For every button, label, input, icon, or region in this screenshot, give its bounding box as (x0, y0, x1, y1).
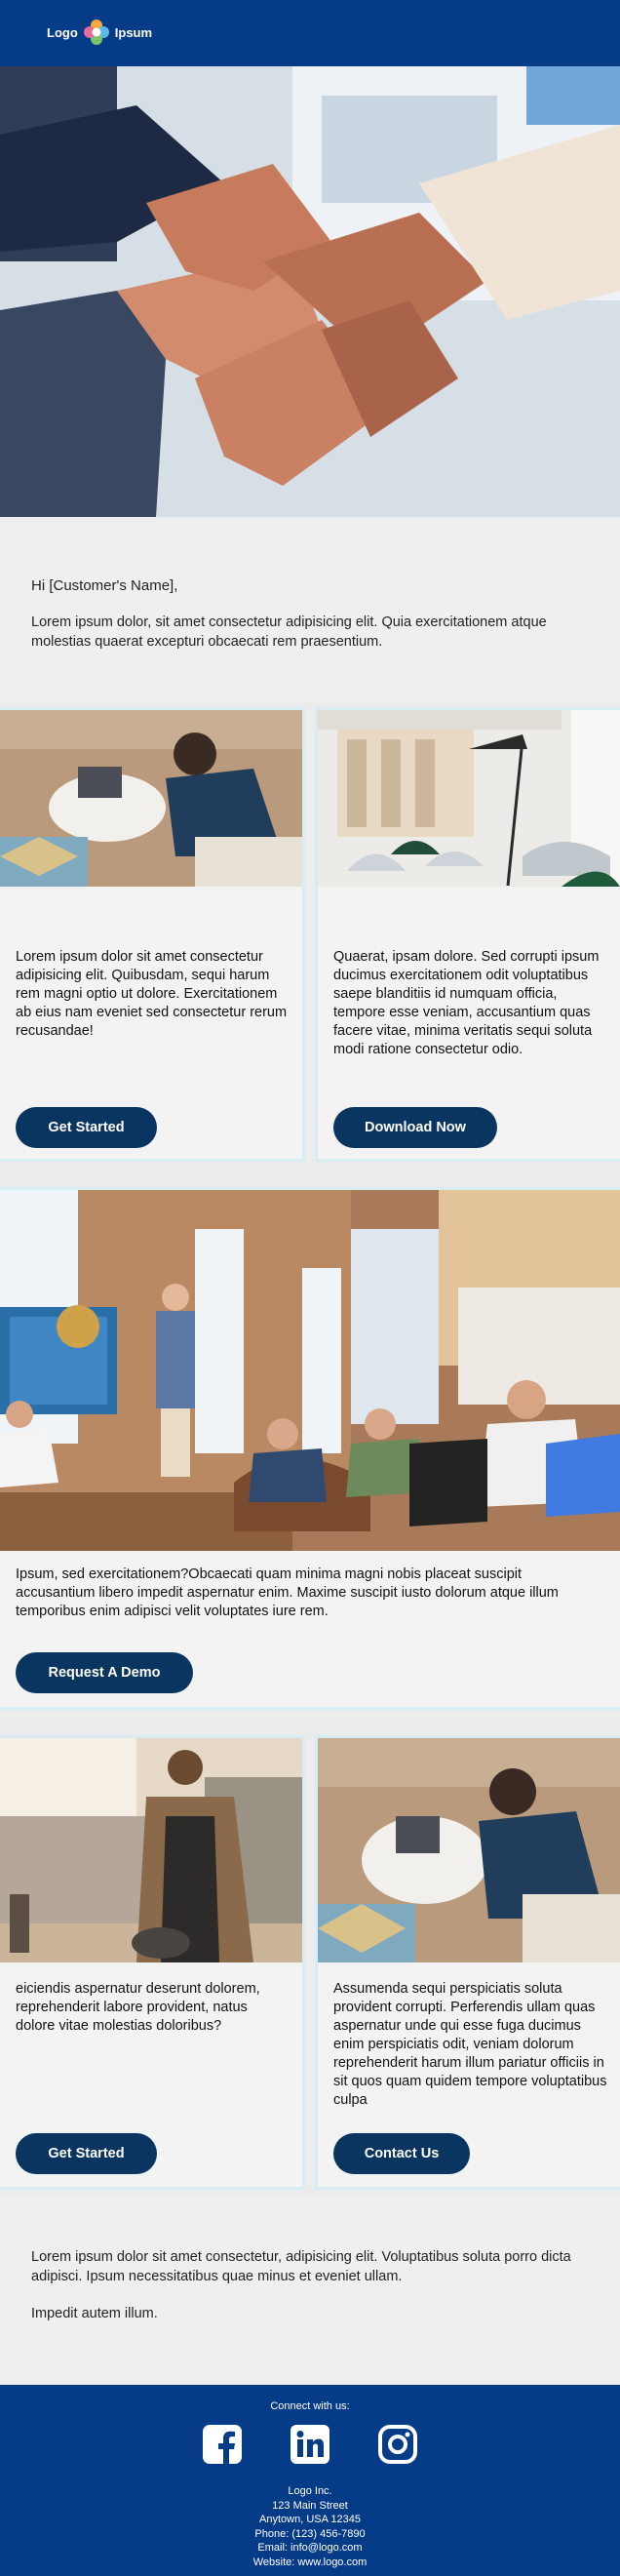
card-3-text: eiciendis aspernatur deserunt dolorem, r… (16, 1981, 260, 2034)
email-page: Logo Ipsum Hi [Customer's Name], Lorem i… (0, 0, 620, 2576)
card-2-image (318, 710, 620, 887)
outro-paragraph-2: Impedit autem illum. (31, 2306, 158, 2321)
outro-paragraph-1: Lorem ipsum dolor sit amet consectetur, … (31, 2249, 571, 2284)
card-4-image (318, 1738, 620, 1962)
email-link[interactable]: Email: info@logo.com (0, 2541, 620, 2556)
request-demo-button[interactable]: Request A Demo (16, 1652, 193, 1693)
card-1-image (0, 710, 302, 887)
outro-section: Lorem ipsum dolor sit amet consectetur, … (0, 2195, 620, 2385)
instagram-icon[interactable] (377, 2424, 418, 2465)
phone-number: Phone: (123) 456-7890 (254, 2527, 366, 2540)
card-4-text: Assumenda sequi perspiciatis soluta prov… (333, 1981, 607, 2108)
linkedin-icon[interactable] (290, 2424, 330, 2465)
wide-card: Ipsum, sed exercitationem?Obcaecati quam… (0, 1190, 620, 1707)
card-2-text: Quaerat, ipsam dolore. Sed corrupti ipsu… (333, 949, 600, 1057)
card-3-image (0, 1738, 302, 1962)
greeting: Hi [Customer's Name], (31, 577, 178, 594)
card-1: Lorem ipsum dolor sit amet consectetur a… (0, 710, 302, 1159)
social-links (0, 2424, 620, 2465)
logo[interactable]: Logo Ipsum (47, 18, 152, 47)
wide-card-text: Ipsum, sed exercitationem?Obcaecati quam… (16, 1566, 559, 1619)
card-3: eiciendis aspernatur deserunt dolorem, r… (0, 1738, 302, 2187)
hero-image (0, 66, 620, 517)
card-1-text: Lorem ipsum dolor sit amet consectetur a… (16, 949, 288, 1039)
connect-label: Connect with us: (270, 2400, 350, 2412)
intro-section: Hi [Customer's Name], Lorem ipsum dolor,… (0, 517, 620, 702)
get-started-button-2[interactable]: Get Started (16, 2133, 157, 2174)
logo-text-right: Ipsum (114, 24, 153, 40)
card-2: Quaerat, ipsam dolore. Sed corrupti ipsu… (318, 710, 620, 1159)
logo-text-left: Logo (47, 24, 78, 40)
city-address: Anytown, USA 12345 (259, 2514, 361, 2525)
wide-card-image (0, 1190, 620, 1551)
intro-body: Lorem ipsum dolor, sit amet consectetur … (31, 614, 547, 650)
contact-us-button[interactable]: Contact Us (333, 2133, 470, 2174)
street-address: 123 Main Street (272, 2499, 348, 2512)
footer: Connect with us: Logo Inc. 123 Main Stre… (0, 2385, 620, 2576)
logo-flower-icon (83, 20, 109, 45)
header-bar: Logo Ipsum (0, 0, 620, 66)
get-started-button[interactable]: Get Started (16, 1107, 157, 1148)
company-address: Logo Inc. 123 Main Street Anytown, USA 1… (0, 2484, 620, 2569)
website-link[interactable]: Website: www.logo.com (0, 2556, 620, 2570)
company-name: Logo Inc. (288, 2485, 332, 2497)
facebook-icon[interactable] (202, 2424, 243, 2465)
card-4: Assumenda sequi perspiciatis soluta prov… (318, 1738, 620, 2187)
download-now-button[interactable]: Download Now (333, 1107, 497, 1148)
